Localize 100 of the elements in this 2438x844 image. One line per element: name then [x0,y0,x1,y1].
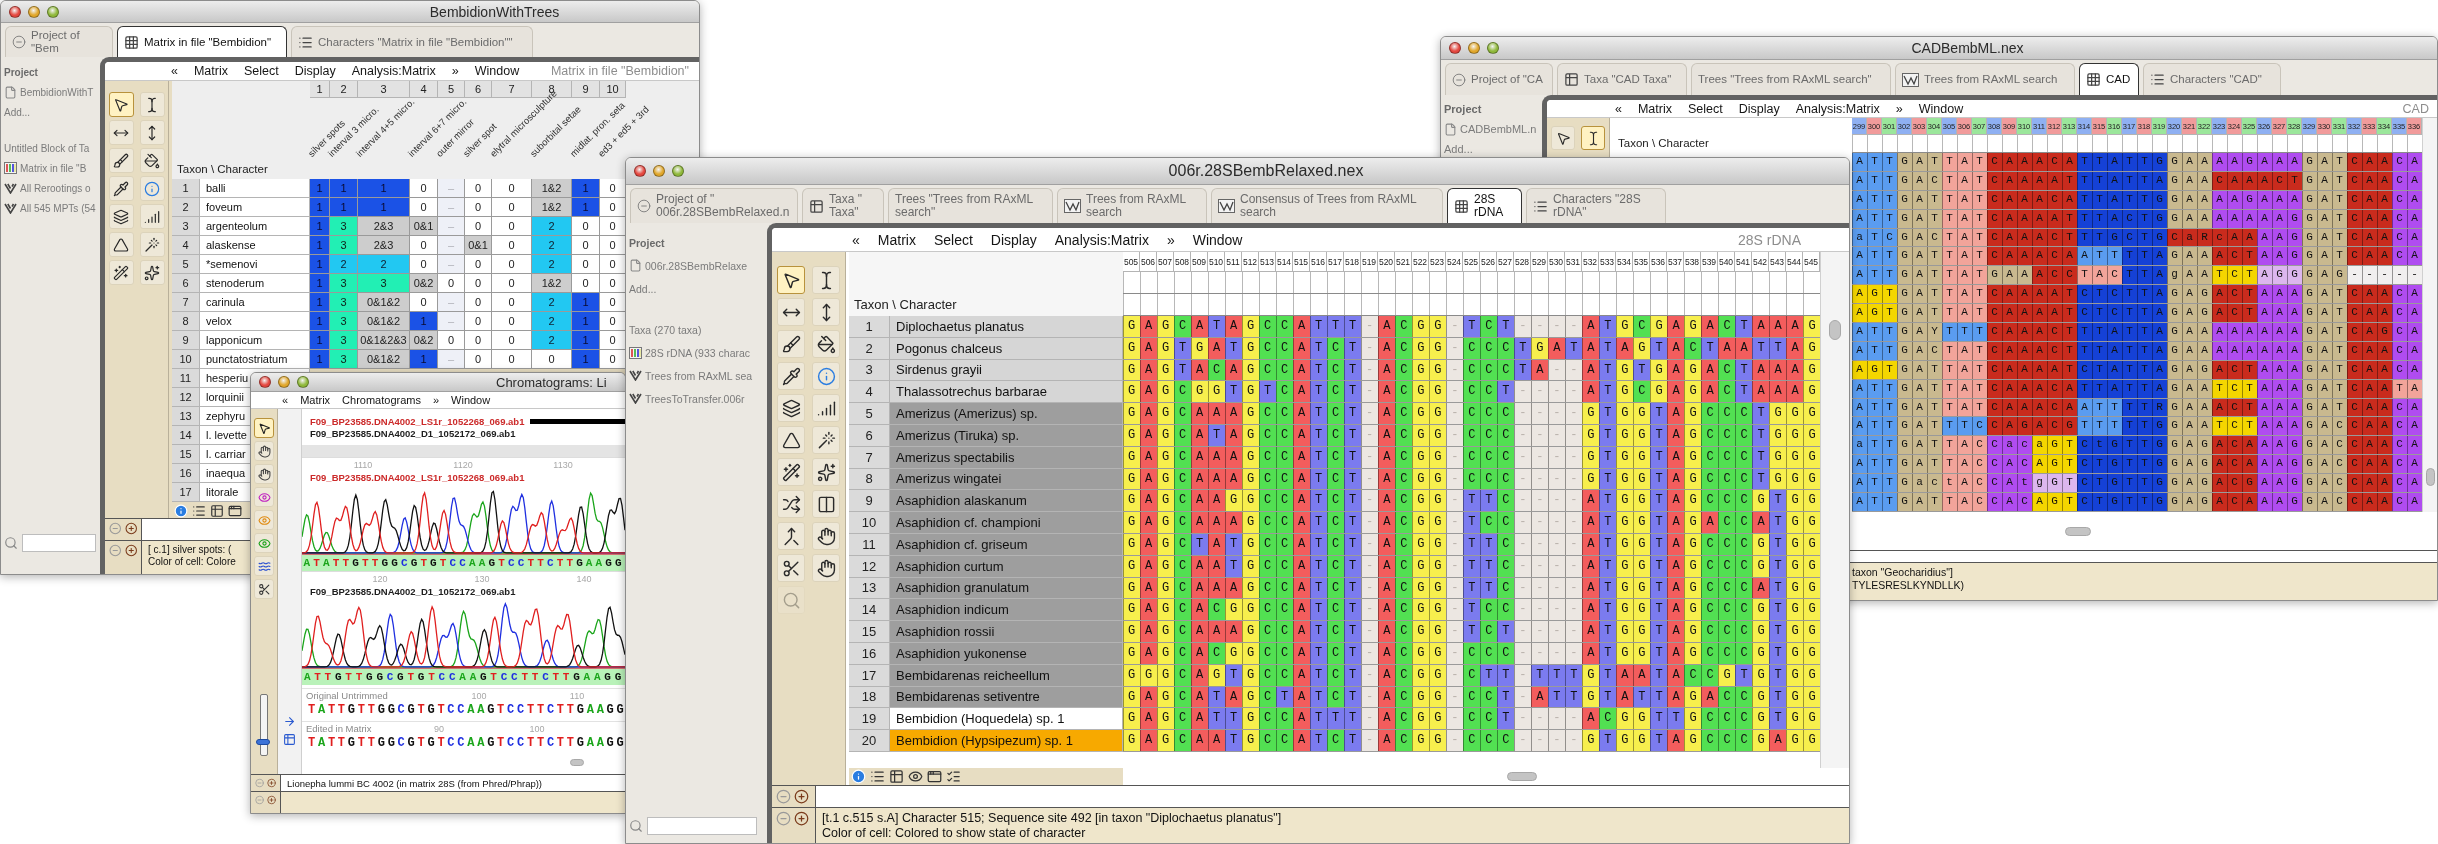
tool-button[interactable] [812,330,840,358]
menu-item[interactable]: « [171,64,178,78]
tab[interactable]: Trees "Trees from RAxML search" [1691,63,1891,95]
tool-button[interactable] [254,418,274,438]
tool-button[interactable] [777,394,805,422]
menu-item[interactable]: Analysis:Matrix [1795,101,1880,116]
plus-circle-icon[interactable] [267,795,276,805]
tool-button[interactable] [812,458,840,486]
file-name[interactable]: CADBembML.n [1460,123,1537,135]
list-icon[interactable] [192,503,206,518]
checklist-icon[interactable] [946,769,961,784]
tab[interactable]: Project of "CA [1445,63,1553,95]
eye-icon[interactable] [908,769,923,784]
close-button[interactable] [9,5,21,18]
zoom-button[interactable] [47,5,59,18]
minimize-button[interactable] [653,165,665,177]
plus-circle-icon[interactable] [124,522,137,535]
close-button[interactable] [634,165,646,177]
menu-item[interactable]: « [1615,101,1622,116]
plus-circle-icon[interactable] [124,544,137,557]
tool-button[interactable] [254,579,274,599]
menu-item[interactable]: » [432,394,440,406]
menu-item[interactable]: « [282,394,289,406]
menu-item[interactable]: Display [990,231,1037,248]
plus-circle-icon[interactable] [267,778,276,788]
tree-block-item[interactable]: TreesToTransfer.006r [645,392,745,405]
search-field[interactable] [647,817,757,835]
search-field[interactable] [22,534,96,552]
menu-item[interactable]: Window [1192,231,1243,248]
tab[interactable]: Characters "CAD" [2143,63,2281,95]
tool-button[interactable] [812,426,840,454]
tool-button[interactable] [777,298,805,326]
tab[interactable]: Taxa " Taxa" [802,188,884,223]
tree-block-item[interactable]: All Rerootings o [20,182,91,194]
menu-item[interactable]: Window [474,64,520,78]
tool-button[interactable] [139,148,165,173]
menu-item[interactable]: Select [933,231,973,248]
add-link[interactable]: Add... [629,282,657,295]
tool-button[interactable] [139,204,165,229]
table-icon[interactable] [283,733,296,746]
tool-button[interactable] [108,204,134,229]
file-name[interactable]: BembidionWithT [20,86,94,98]
scrollbar-thumb[interactable] [2065,526,2091,536]
info-icon[interactable] [174,503,188,518]
tool-button[interactable] [108,120,134,145]
tool-button[interactable] [108,176,134,201]
scrollbar-thumb[interactable] [2425,468,2435,486]
tool-button[interactable] [777,426,805,454]
tool-button[interactable] [777,266,805,294]
tab[interactable]: Matrix in file "Bembidion" [117,26,287,57]
tool-button[interactable] [777,330,805,358]
menu-item[interactable]: Display [1738,101,1780,116]
slider-thumb[interactable] [256,738,270,745]
minimize-button[interactable] [1468,42,1480,54]
tab[interactable]: Project of "Bem [5,26,113,57]
zoom-button[interactable] [297,376,309,388]
tab[interactable]: Project of " 006r.28SBembRelaxed.n [630,188,798,223]
tool-button[interactable] [777,490,805,518]
menu-item[interactable]: Select [1688,101,1723,116]
table-icon[interactable] [889,769,904,784]
minimize-button[interactable] [28,5,40,18]
tool-button[interactable] [812,490,840,518]
tool-button[interactable] [812,554,840,582]
tool-button[interactable] [777,522,805,550]
tab[interactable]: Characters "Matrix in file "Bembidion"" [291,26,533,57]
tool-button[interactable] [812,522,840,550]
scrollbar-thumb[interactable] [1507,772,1537,781]
tree-block-item[interactable]: All 545 MPTs (54 [20,202,96,214]
tool-button[interactable] [812,394,840,422]
tab[interactable]: Trees from RAxML search [1057,188,1207,223]
menu-item[interactable]: Chromatograms [342,394,421,406]
close-button[interactable] [1449,42,1461,54]
scrollbar-thumb[interactable] [1829,320,1841,340]
tool-button[interactable] [1581,126,1605,150]
tab[interactable]: Trees "Trees from RAxML search" [888,188,1053,223]
plus-circle-icon[interactable] [794,811,809,826]
tree-block-item[interactable]: Trees from RAxML sea [645,369,753,382]
menu-item[interactable]: » [451,64,459,78]
tool-button[interactable] [254,464,274,484]
menu-item[interactable]: Matrix [193,64,228,78]
tool-button[interactable] [1551,126,1575,150]
menu-item[interactable]: Matrix [877,231,916,248]
data-block-item[interactable]: 28S rDNA (933 charac [645,346,751,359]
tool-button[interactable] [108,148,134,173]
scrollbar-thumb[interactable] [570,759,584,766]
tool-button[interactable] [777,362,805,390]
menu-item[interactable]: Analysis:Matrix [351,64,436,78]
data-block-item[interactable]: Matrix in file "B [20,162,87,174]
tool-button[interactable] [139,92,165,117]
file-name[interactable]: 006r.28SBembRelaxe [645,259,748,272]
tool-button[interactable] [812,266,840,294]
window-icon[interactable] [927,769,942,784]
menu-item[interactable]: » [1895,101,1903,116]
menu-item[interactable]: Select [244,64,279,78]
tab[interactable]: CAD [2079,63,2139,95]
tab[interactable]: Consensus of Trees from RAxML search [1211,188,1443,223]
menu-item[interactable]: « [852,231,860,248]
minimize-button[interactable] [278,376,290,388]
tool-button[interactable] [139,260,165,285]
tool-button[interactable] [108,92,134,117]
